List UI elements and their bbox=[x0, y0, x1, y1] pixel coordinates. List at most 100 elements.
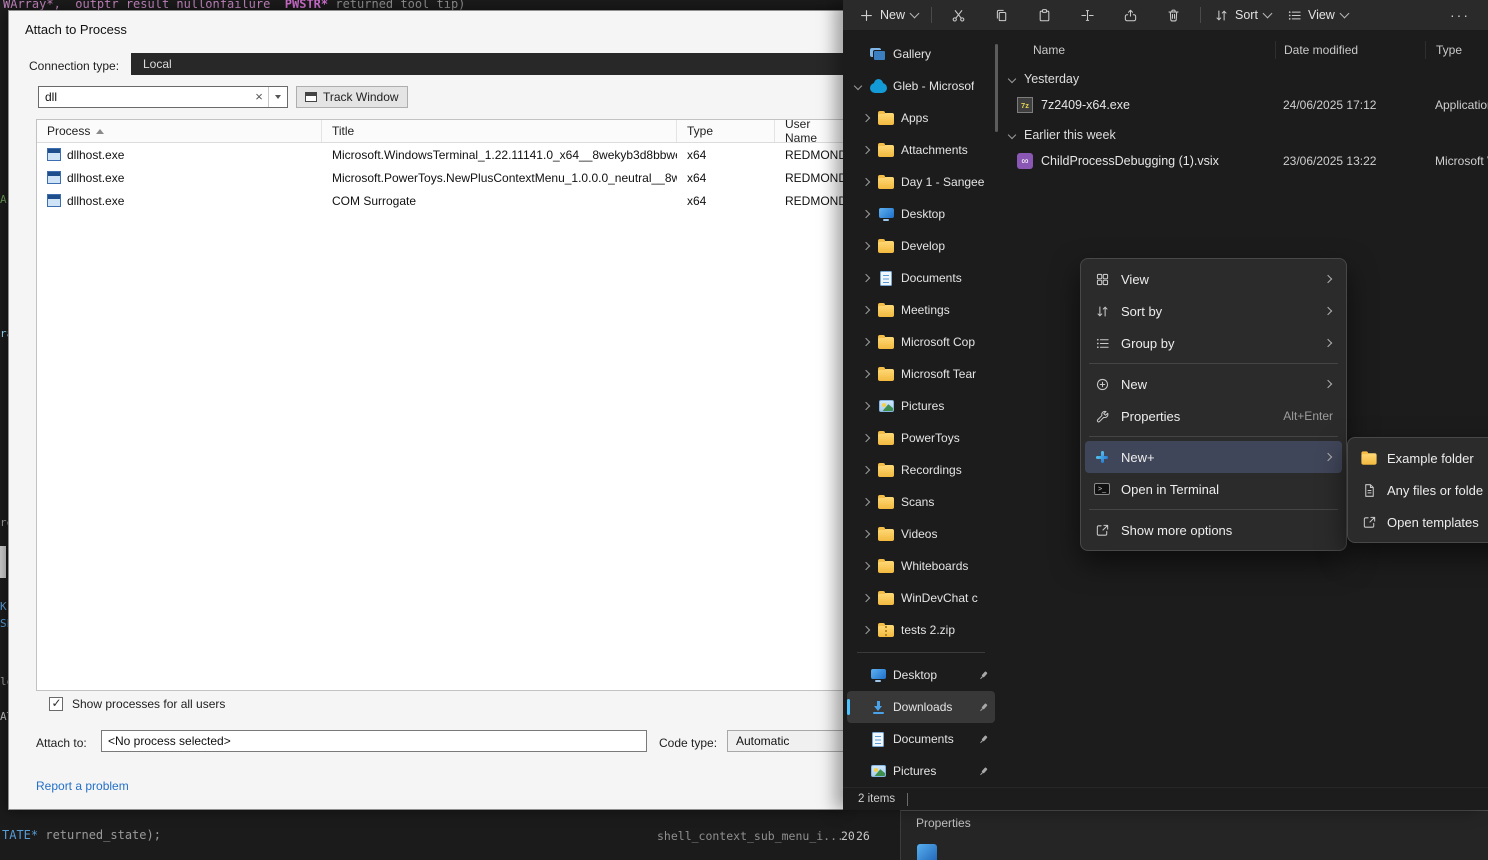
process-row[interactable]: dllhost.exe Microsoft.PowerToys.NewPlusC… bbox=[37, 166, 843, 189]
chevron-right-icon bbox=[861, 339, 871, 345]
submenu-item-any-files[interactable]: Any files or folde bbox=[1352, 474, 1488, 506]
sidebar-item-apps[interactable]: Apps bbox=[847, 102, 995, 134]
code-type-select[interactable]: Automatic bbox=[727, 730, 843, 752]
folder-icon bbox=[1361, 450, 1377, 466]
desktop-monitor-icon bbox=[879, 208, 894, 218]
sidebar-item-microsoft-cop[interactable]: Microsoft Cop bbox=[847, 326, 995, 358]
folder-icon bbox=[878, 241, 894, 253]
code-token: returned_state); bbox=[38, 828, 161, 842]
attach-to-input[interactable] bbox=[101, 730, 647, 752]
nav-scrollbar[interactable] bbox=[995, 44, 998, 132]
menu-item-label: View bbox=[1121, 272, 1314, 287]
column-header-process[interactable]: Process bbox=[37, 120, 322, 142]
sidebar-item-label: WinDevChat c bbox=[901, 591, 978, 605]
context-menu-item-show-more-options[interactable]: Show more options bbox=[1085, 514, 1342, 546]
column-header-date-modified[interactable]: Date modified bbox=[1275, 41, 1425, 59]
sidebar-item-powertoys[interactable]: PowerToys bbox=[847, 422, 995, 454]
file-date: 24/06/2025 17:12 bbox=[1275, 98, 1425, 112]
process-filter-input[interactable] bbox=[39, 90, 250, 104]
new-button[interactable]: New bbox=[851, 3, 926, 27]
attach-to-label: Attach to: bbox=[36, 736, 87, 750]
process-row[interactable]: dllhost.exe COM Surrogate x64 REDMOND bbox=[37, 189, 843, 212]
column-label: Type bbox=[687, 124, 713, 138]
process-title: COM Surrogate bbox=[332, 194, 416, 208]
sidebar-item-attachments[interactable]: Attachments bbox=[847, 134, 995, 166]
sidebar-item-develop[interactable]: Develop bbox=[847, 230, 995, 262]
explorer-nav-pane: Gallery Gleb - Microsof Apps Attachments… bbox=[847, 38, 995, 788]
desktop-monitor-icon bbox=[871, 669, 886, 679]
file-row[interactable]: ChildProcessDebugging (1).vsix 23/06/202… bbox=[1001, 148, 1488, 174]
file-name: ChildProcessDebugging (1).vsix bbox=[1041, 154, 1219, 168]
sidebar-item-windevchat[interactable]: WinDevChat c bbox=[847, 582, 995, 614]
sidebar-item-pictures[interactable]: Pictures bbox=[847, 390, 995, 422]
context-menu-item-open-in-terminal[interactable]: Open in Terminal bbox=[1085, 473, 1342, 505]
sidebar-item-videos[interactable]: Videos bbox=[847, 518, 995, 550]
connection-type-label: Connection type: bbox=[29, 59, 119, 73]
menu-separator bbox=[1089, 436, 1338, 437]
sidebar-item-day1[interactable]: Day 1 - Sangee bbox=[847, 166, 995, 198]
sidebar-item-recordings[interactable]: Recordings bbox=[847, 454, 995, 486]
sidebar-item-tests-zip[interactable]: tests 2.zip bbox=[847, 614, 995, 646]
sidebar-item-desktop-pinned[interactable]: Desktop bbox=[847, 659, 995, 691]
pin-icon bbox=[977, 701, 990, 714]
sidebar-item-whiteboards[interactable]: Whiteboards bbox=[847, 550, 995, 582]
menu-item-label: Properties bbox=[1121, 409, 1272, 424]
sidebar-item-microsoft-tear[interactable]: Microsoft Tear bbox=[847, 358, 995, 390]
pin-icon bbox=[977, 733, 990, 746]
sidebar-item-label: Whiteboards bbox=[901, 559, 968, 573]
column-header-user[interactable]: User Name bbox=[775, 120, 843, 142]
zip-folder-icon bbox=[878, 625, 894, 637]
cut-button[interactable] bbox=[937, 3, 980, 27]
column-header-title[interactable]: Title bbox=[322, 120, 677, 142]
submenu-item-open-templates[interactable]: Open templates bbox=[1352, 506, 1488, 538]
folder-icon bbox=[878, 305, 894, 317]
show-all-users-checkbox[interactable] bbox=[49, 697, 63, 711]
process-window-icon bbox=[47, 171, 61, 184]
folder-icon bbox=[878, 177, 894, 189]
context-menu-item-new-plus[interactable]: New+ bbox=[1085, 441, 1342, 473]
process-name: dllhost.exe bbox=[67, 171, 124, 185]
clear-filter-icon[interactable]: × bbox=[250, 87, 268, 107]
sidebar-item-meetings[interactable]: Meetings bbox=[847, 294, 995, 326]
process-title: Microsoft.WindowsTerminal_1.22.11141.0_x… bbox=[332, 148, 677, 162]
sidebar-item-label: Downloads bbox=[893, 700, 952, 714]
column-header-name[interactable]: Name bbox=[1001, 43, 1275, 57]
sidebar-item-documents[interactable]: Documents bbox=[847, 262, 995, 294]
sidebar-item-desktop[interactable]: Desktop bbox=[847, 198, 995, 230]
view-grid-icon bbox=[1094, 271, 1110, 287]
item-count: 2 items bbox=[858, 793, 895, 805]
folder-icon bbox=[878, 497, 894, 509]
sidebar-item-scans[interactable]: Scans bbox=[847, 486, 995, 518]
chevron-right-icon bbox=[1324, 380, 1332, 388]
context-menu-item-group-by[interactable]: Group by bbox=[1085, 327, 1342, 359]
context-menu-item-properties[interactable]: Properties Alt+Enter bbox=[1085, 400, 1342, 432]
sidebar-item-documents-pinned[interactable]: Documents bbox=[847, 723, 995, 755]
context-menu-item-new[interactable]: New bbox=[1085, 368, 1342, 400]
explorer-status-bar: 2 items bbox=[843, 787, 1488, 810]
sidebar-item-label: Documents bbox=[901, 271, 962, 285]
connection-type-select[interactable]: Local bbox=[131, 53, 843, 75]
sidebar-item-label: Day 1 - Sangee bbox=[901, 175, 984, 189]
sidebar-item-onedrive[interactable]: Gleb - Microsof bbox=[847, 70, 995, 102]
vsix-file-icon bbox=[1017, 153, 1033, 169]
folder-icon bbox=[878, 145, 894, 157]
context-menu-item-view[interactable]: View bbox=[1085, 263, 1342, 295]
group-header-earlier-this-week[interactable]: Earlier this week bbox=[1009, 124, 1116, 146]
context-menu-item-sort-by[interactable]: Sort by bbox=[1085, 295, 1342, 327]
track-window-button[interactable]: Track Window bbox=[296, 86, 408, 108]
sidebar-item-label: Desktop bbox=[893, 668, 937, 682]
sidebar-item-gallery[interactable]: Gallery bbox=[847, 38, 995, 70]
7zip-file-icon bbox=[1017, 97, 1033, 113]
report-a-problem-link[interactable]: Report a problem bbox=[36, 779, 129, 793]
sidebar-item-pictures-pinned[interactable]: Pictures bbox=[847, 755, 995, 787]
column-header-type[interactable]: Type bbox=[1425, 41, 1488, 59]
chevron-right-icon bbox=[861, 275, 871, 281]
submenu-item-example-folder[interactable]: Example folder bbox=[1352, 442, 1488, 474]
column-header-type[interactable]: Type bbox=[677, 120, 775, 142]
group-header-yesterday[interactable]: Yesterday bbox=[1009, 68, 1079, 90]
process-row[interactable]: dllhost.exe Microsoft.WindowsTerminal_1.… bbox=[37, 143, 843, 166]
menu-item-label: Show more options bbox=[1121, 523, 1333, 538]
file-row[interactable]: 7z2409-x64.exe 24/06/2025 17:12 Applicat… bbox=[1001, 92, 1488, 118]
sidebar-item-downloads-pinned[interactable]: Downloads bbox=[847, 691, 995, 723]
filter-dropdown-button[interactable] bbox=[269, 95, 287, 99]
